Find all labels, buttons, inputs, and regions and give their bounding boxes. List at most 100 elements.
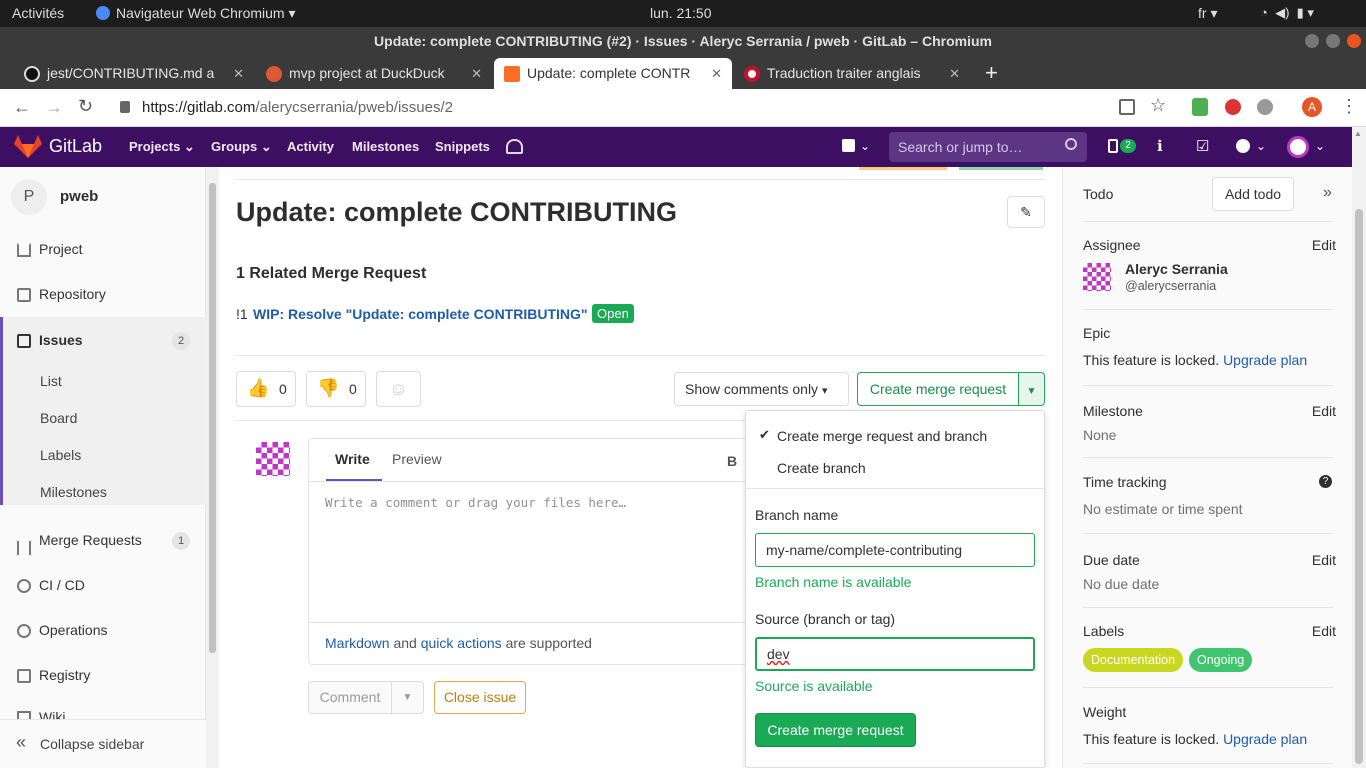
related-mr-link[interactable]: WIP: Resolve "Update: complete CONTRIBUT…: [253, 306, 588, 322]
thumbs-down-button[interactable]: 👎 0: [306, 371, 366, 407]
sidebar-sub-labels[interactable]: Labels: [40, 447, 81, 463]
todos-icon[interactable]: ☑: [1196, 137, 1209, 155]
sidebar-sub-milestones[interactable]: Milestones: [40, 484, 107, 500]
sidebar-item-wiki[interactable]: Wiki: [39, 709, 65, 719]
assignee-avatar[interactable]: [1083, 263, 1111, 291]
chevron-down-icon[interactable]: ⌄: [1315, 139, 1325, 153]
tab-preview[interactable]: Preview: [392, 451, 442, 467]
project-name[interactable]: pweb: [60, 188, 98, 205]
issues-icon[interactable]: [1108, 139, 1118, 153]
nav-groups[interactable]: Groups ⌄: [211, 139, 272, 155]
option-create-branch[interactable]: Create branch: [777, 460, 866, 476]
gitlab-logo-icon[interactable]: [14, 135, 42, 159]
sidebar-sub-board[interactable]: Board: [40, 410, 77, 426]
nav-activity[interactable]: Activity: [287, 139, 334, 154]
profile-avatar[interactable]: A: [1302, 97, 1322, 117]
close-window-button[interactable]: [1347, 34, 1361, 48]
close-tab-icon[interactable]: ✕: [233, 58, 244, 89]
nav-milestones[interactable]: Milestones: [352, 139, 419, 154]
label-documentation[interactable]: Documentation: [1083, 648, 1184, 672]
branch-name-input[interactable]: my-name/complete-contributing: [755, 533, 1035, 567]
add-reaction-button[interactable]: ☺: [376, 371, 421, 407]
scrollbar-thumb[interactable]: [1355, 209, 1363, 764]
due-date-edit-link[interactable]: Edit: [1312, 552, 1336, 568]
source-input[interactable]: dev: [755, 637, 1035, 671]
lock-icon[interactable]: [120, 101, 130, 113]
translate-icon[interactable]: [1119, 99, 1135, 115]
activities-button[interactable]: Activités: [12, 5, 64, 21]
back-icon[interactable]: ←: [13, 97, 31, 118]
sidebar-item-registry[interactable]: Registry: [39, 667, 90, 683]
scrollbar-thumb[interactable]: [209, 183, 216, 653]
show-comments-dropdown[interactable]: Show comments only ▾: [674, 372, 849, 406]
labels-edit-link[interactable]: Edit: [1312, 623, 1336, 639]
system-tray-icons[interactable]: ◔ ◀) ▮ ▾: [1260, 5, 1314, 21]
close-tab-icon[interactable]: ✕: [949, 58, 960, 89]
help-icon[interactable]: [1236, 139, 1250, 153]
new-tab-icon[interactable]: +: [985, 60, 998, 86]
sidebar-item-project[interactable]: Project: [39, 241, 83, 257]
extension-icon[interactable]: [1192, 98, 1208, 116]
scroll-up-icon[interactable]: ▲: [1354, 129, 1362, 138]
create-mr-toggle[interactable]: ▼: [1018, 372, 1045, 406]
extension-icon[interactable]: [1257, 99, 1273, 115]
forward-icon[interactable]: →: [45, 97, 63, 118]
nav-snippets[interactable]: Snippets: [435, 139, 490, 154]
maximize-button[interactable]: [1326, 34, 1340, 48]
comment-type-toggle[interactable]: ▼: [391, 681, 424, 714]
gitlab-brand[interactable]: GitLab: [49, 136, 102, 157]
nav-projects[interactable]: Projects ⌄: [129, 139, 195, 155]
comment-textarea[interactable]: Write a comment or drag your files here…: [325, 495, 626, 510]
sidebar-scrollbar[interactable]: [206, 167, 219, 768]
reload-icon[interactable]: ↻: [78, 96, 93, 117]
collapse-right-sidebar-icon[interactable]: »: [1323, 184, 1332, 202]
minimize-button[interactable]: [1305, 34, 1319, 48]
chevron-down-icon[interactable]: ⌄: [860, 139, 870, 153]
sidebar-item-cicd[interactable]: CI / CD: [39, 577, 85, 593]
bookmark-star-icon[interactable]: ☆: [1150, 95, 1166, 116]
browser-app-menu[interactable]: Navigateur Web Chromium ▾: [96, 5, 296, 22]
upgrade-plan-link[interactable]: Upgrade plan: [1223, 731, 1307, 747]
page-scrollbar[interactable]: ▲: [1352, 127, 1366, 768]
option-create-mr-and-branch[interactable]: Create merge request and branch: [777, 428, 987, 444]
user-avatar[interactable]: [1287, 136, 1309, 158]
create-merge-request-button[interactable]: Create merge request: [857, 372, 1019, 406]
performance-bar-icon[interactable]: [506, 139, 523, 154]
markdown-link[interactable]: Markdown: [325, 635, 390, 651]
extension-icon[interactable]: [1225, 99, 1241, 115]
help-icon[interactable]: ?: [1319, 475, 1332, 488]
url-field[interactable]: https://gitlab.com/alerycserrania/pweb/i…: [142, 99, 453, 116]
issues-count-badge[interactable]: 2: [1120, 139, 1136, 153]
sidebar-item-repository[interactable]: Repository: [39, 286, 106, 302]
project-avatar[interactable]: P: [11, 179, 47, 215]
language-indicator[interactable]: fr ▾: [1198, 5, 1217, 22]
sidebar-item-issues[interactable]: Issues: [39, 332, 83, 348]
tab-jest-contributing[interactable]: jest/CONTRIBUTING.md a ✕: [14, 58, 254, 89]
merge-requests-icon[interactable]: ℹ: [1157, 137, 1163, 155]
close-tab-icon[interactable]: ✕: [471, 58, 482, 89]
tab-gitlab-issue[interactable]: Update: complete CONTR ✕: [494, 58, 732, 89]
add-todo-button[interactable]: Add todo: [1212, 177, 1294, 211]
search-input[interactable]: Search or jump to…: [889, 132, 1087, 162]
tab-traduction[interactable]: Traduction traiter anglais ✕: [734, 58, 970, 89]
thumbs-up-button[interactable]: 👍 0: [236, 371, 296, 407]
tab-duckduckgo[interactable]: mvp project at DuckDuck ✕: [256, 58, 492, 89]
close-issue-button[interactable]: Close issue: [434, 681, 526, 714]
comment-button[interactable]: Comment: [308, 681, 392, 714]
browser-menu-icon[interactable]: ⋮: [1340, 96, 1358, 117]
sidebar-item-merge-requests[interactable]: Merge Requests: [39, 532, 142, 548]
bold-button[interactable]: B: [727, 453, 737, 469]
upgrade-plan-link[interactable]: Upgrade plan: [1223, 352, 1307, 368]
assignee-edit-link[interactable]: Edit: [1312, 237, 1336, 253]
edit-title-button[interactable]: ✎: [1007, 196, 1045, 228]
label-ongoing[interactable]: Ongoing: [1189, 648, 1253, 672]
sidebar-sub-list[interactable]: List: [40, 373, 62, 389]
new-item-icon[interactable]: [842, 139, 855, 152]
assignee-name[interactable]: Aleryc Serrania: [1125, 261, 1228, 277]
sidebar-item-operations[interactable]: Operations: [39, 622, 107, 638]
chevron-down-icon[interactable]: ⌄: [1256, 139, 1266, 153]
submit-create-mr-button[interactable]: Create merge request: [755, 713, 916, 747]
close-tab-icon[interactable]: ✕: [711, 58, 722, 89]
collapse-sidebar[interactable]: « Collapse sidebar: [0, 719, 206, 768]
clock[interactable]: lun. 21:50: [650, 5, 712, 21]
